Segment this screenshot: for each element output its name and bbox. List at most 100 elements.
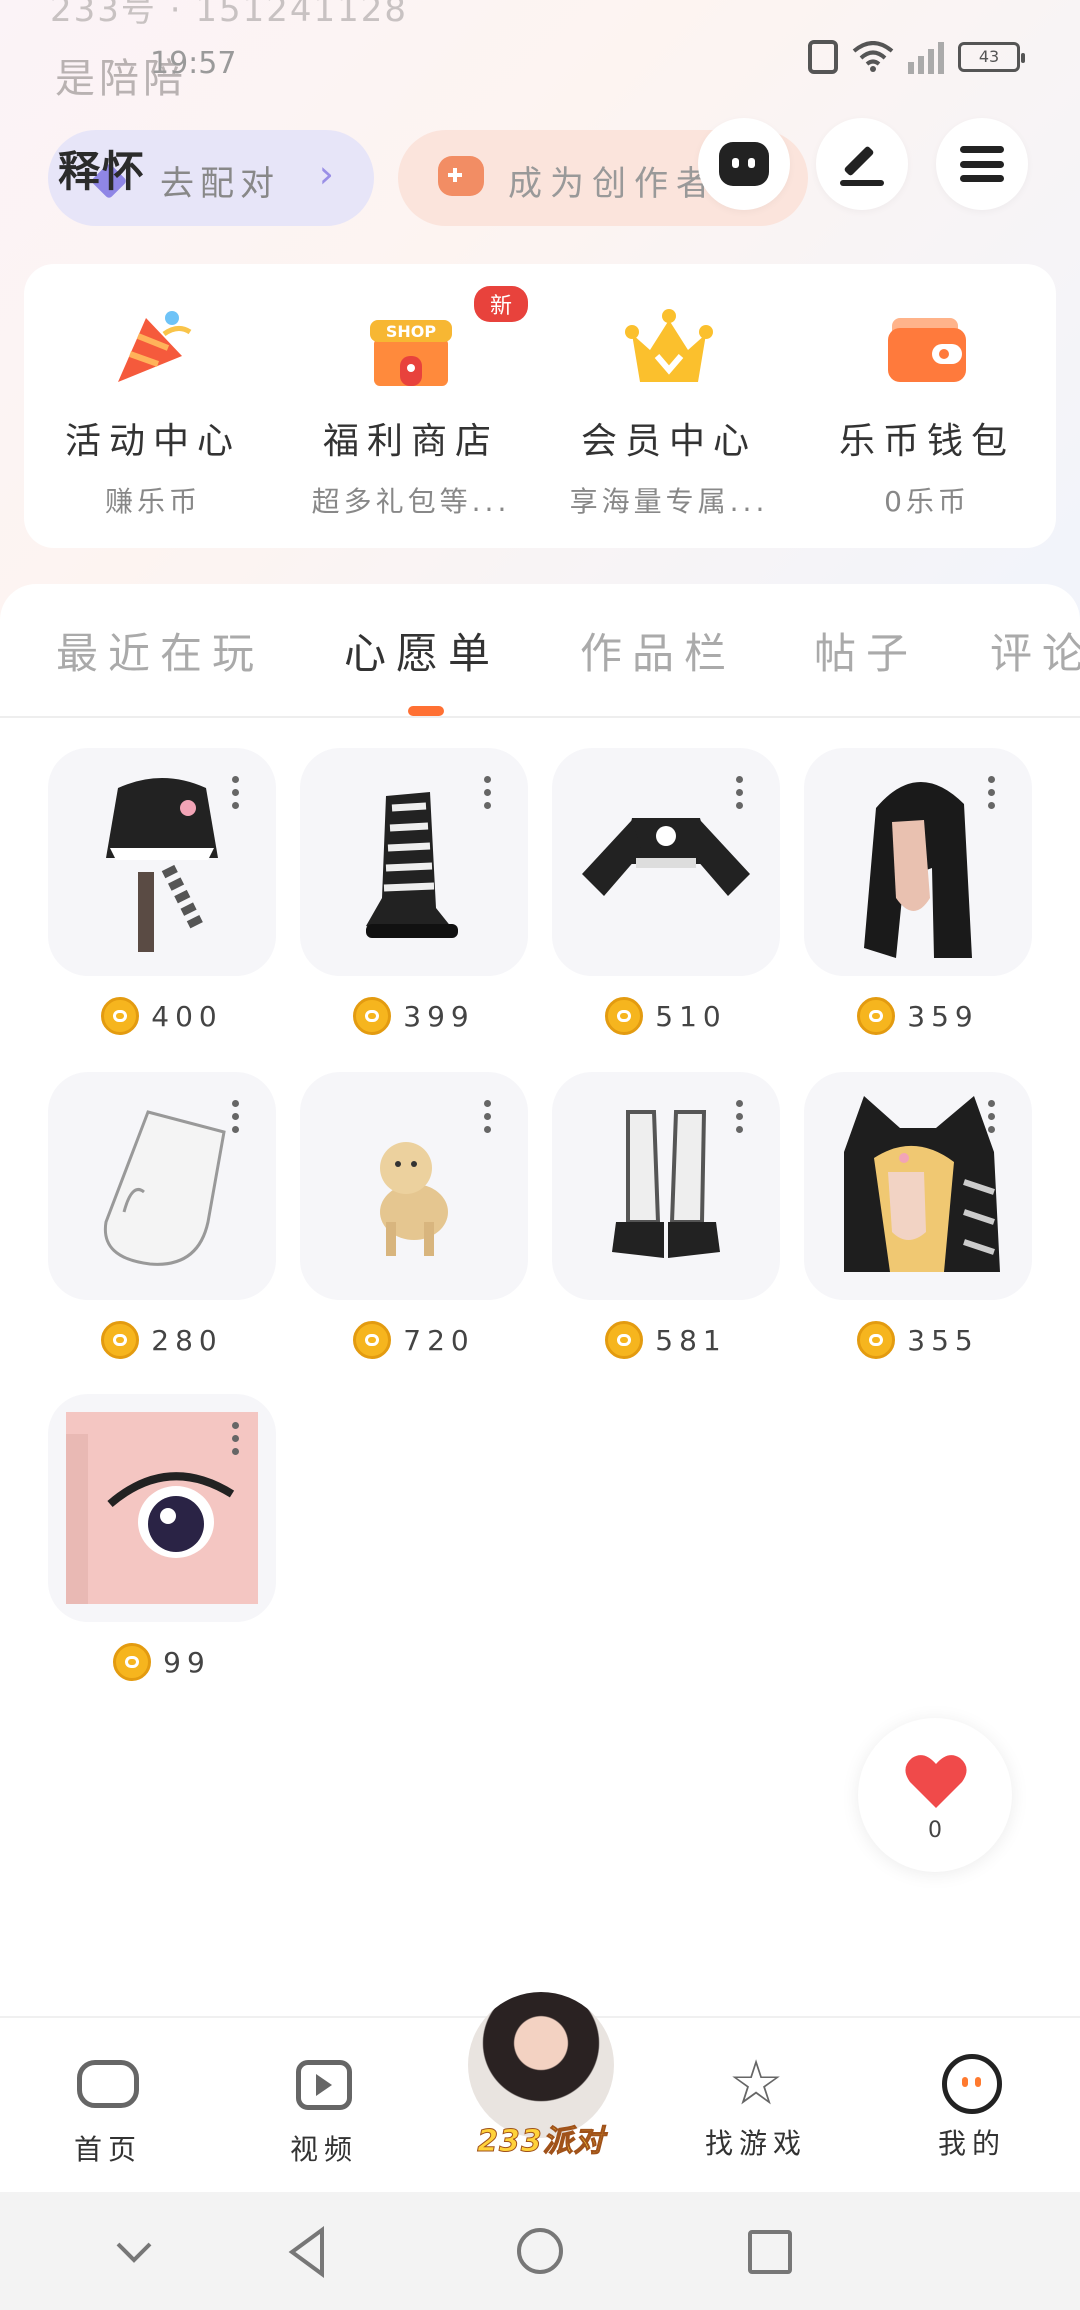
quick-link-sub: 享海量专属... xyxy=(569,485,769,518)
party-popper-icon xyxy=(118,311,192,382)
go-pair-label: 去配对 xyxy=(160,164,280,204)
crown-icon xyxy=(625,309,713,382)
nav-me[interactable]: 我的 xyxy=(892,2054,1052,2162)
pen-icon xyxy=(840,142,884,186)
edit-profile-button[interactable] xyxy=(816,118,908,210)
chat-icon xyxy=(719,142,769,186)
activity-center-link[interactable]: 活动中心 赚乐币 xyxy=(24,264,282,548)
wishlist-item[interactable]: 581 xyxy=(552,1072,780,1360)
tab-comments[interactable]: 评论 xyxy=(990,620,1080,681)
nav-label: 视频 xyxy=(289,2133,358,2166)
item-price: 359 xyxy=(907,999,979,1033)
system-nav-bar xyxy=(0,2192,1080,2310)
item-thumbnail[interactable] xyxy=(300,748,528,976)
nav-party-label[interactable]: 233派对 xyxy=(460,2116,622,2160)
nav-label: 首页 xyxy=(73,2133,142,2166)
more-options-icon[interactable] xyxy=(736,776,744,816)
nav-find-games[interactable]: ☆ 找游戏 xyxy=(676,2052,836,2162)
go-pair-button[interactable]: 释怀 去配对 › xyxy=(48,130,374,226)
battery-icon: 43 xyxy=(958,42,1025,72)
battery-level: 43 xyxy=(978,47,1000,66)
item-price: 581 xyxy=(655,1323,727,1357)
coin-icon xyxy=(101,1321,140,1359)
skirt-image xyxy=(106,778,218,952)
signal-icon xyxy=(908,40,944,74)
quick-link-sub: 超多礼包等... xyxy=(311,485,511,518)
tab-recently-played[interactable]: 最近在玩 xyxy=(56,620,264,681)
menu-button[interactable] xyxy=(936,118,1028,210)
item-price: 510 xyxy=(655,999,727,1033)
wishlist-item[interactable]: 510 xyxy=(552,748,780,1036)
more-options-icon[interactable] xyxy=(736,1100,744,1140)
item-thumbnail[interactable] xyxy=(552,1072,780,1300)
more-options-icon[interactable] xyxy=(484,1100,492,1140)
vibrate-icon xyxy=(808,40,838,74)
coin-icon xyxy=(113,1643,152,1681)
tab-wishlist[interactable]: 心愿单 xyxy=(344,620,500,681)
video-icon xyxy=(292,2060,356,2118)
wishlist-item[interactable]: 400 xyxy=(48,748,276,1036)
black-top-image xyxy=(582,818,750,896)
nav-video[interactable]: 视频 xyxy=(244,2054,404,2168)
item-thumbnail[interactable] xyxy=(48,1394,276,1622)
messages-button[interactable] xyxy=(698,118,790,210)
me-icon xyxy=(940,2054,1004,2114)
item-price: 355 xyxy=(907,1323,979,1357)
name-sticker: 释怀 xyxy=(58,147,147,196)
item-thumbnail[interactable] xyxy=(804,1072,1032,1300)
more-options-icon[interactable] xyxy=(232,1100,240,1140)
status-bar: 233号 · 151241128 是陪陪 19:57 43 xyxy=(0,0,1080,120)
coin-icon xyxy=(857,997,896,1035)
more-options-icon[interactable] xyxy=(988,776,996,816)
wishlist-item[interactable]: 359 xyxy=(804,748,1032,1036)
like-button[interactable]: 0 xyxy=(858,1718,1012,1872)
active-tab-indicator xyxy=(408,706,444,716)
heart-icon xyxy=(905,1755,967,1808)
quick-link-label: 会员中心 xyxy=(580,421,757,462)
welfare-shop-link[interactable]: SHOP 新 福利商店 超多礼包等... xyxy=(282,264,540,548)
profile-tabs: 最近在玩 心愿单 作品栏 帖子 评论 xyxy=(0,584,1080,718)
ribbon-shoes-image xyxy=(612,1110,720,1258)
wishlist-item[interactable]: 399 xyxy=(300,748,528,1036)
wishlist-item[interactable]: 99 xyxy=(48,1394,276,1682)
tab-works[interactable]: 作品栏 xyxy=(580,620,736,681)
nav-home[interactable]: 首页 xyxy=(28,2054,188,2168)
member-center-link[interactable]: 会员中心 享海量专属... xyxy=(540,264,798,548)
tab-posts[interactable]: 帖子 xyxy=(814,620,918,681)
item-thumbnail[interactable] xyxy=(48,748,276,976)
wishlist-item[interactable]: 720 xyxy=(300,1072,528,1360)
price-row: 99 xyxy=(48,1642,276,1682)
more-options-icon[interactable] xyxy=(484,776,492,816)
price-row: 720 xyxy=(300,1320,528,1360)
status-icons: 43 xyxy=(808,40,1025,74)
user-id-line: 233号 · 151241128 xyxy=(50,0,409,30)
shop-sign-text: SHOP xyxy=(386,322,437,341)
quick-link-sub: 赚乐币 xyxy=(104,485,201,518)
shop-icon: SHOP xyxy=(370,320,452,386)
recents-square-icon[interactable] xyxy=(740,2222,800,2282)
item-thumbnail[interactable] xyxy=(804,748,1032,976)
wishlist-item[interactable]: 355 xyxy=(804,1072,1032,1360)
back-icon[interactable] xyxy=(278,2222,338,2282)
item-price: 280 xyxy=(151,1323,223,1357)
home-circle-icon[interactable] xyxy=(510,2222,570,2282)
new-badge: 新 xyxy=(474,286,529,322)
white-glove-image xyxy=(103,1110,226,1266)
quick-link-sub: 0乐币 xyxy=(884,485,970,518)
collapse-chevron-icon[interactable] xyxy=(104,2222,164,2282)
more-options-icon[interactable] xyxy=(232,776,240,816)
more-options-icon[interactable] xyxy=(232,1422,240,1462)
wishlist-item[interactable]: 280 xyxy=(48,1072,276,1360)
coin-icon xyxy=(857,1321,896,1359)
price-row: 510 xyxy=(552,996,780,1036)
more-options-icon[interactable] xyxy=(988,1100,996,1140)
item-thumbnail[interactable] xyxy=(552,748,780,976)
price-row: 359 xyxy=(804,996,1032,1036)
quick-link-label: 活动中心 xyxy=(64,421,241,462)
item-thumbnail[interactable] xyxy=(48,1072,276,1300)
puppy-image xyxy=(380,1142,448,1256)
item-thumbnail[interactable] xyxy=(300,1072,528,1300)
price-row: 400 xyxy=(48,996,276,1036)
price-row: 355 xyxy=(804,1320,1032,1360)
coin-wallet-link[interactable]: 乐币钱包 0乐币 xyxy=(798,264,1056,548)
